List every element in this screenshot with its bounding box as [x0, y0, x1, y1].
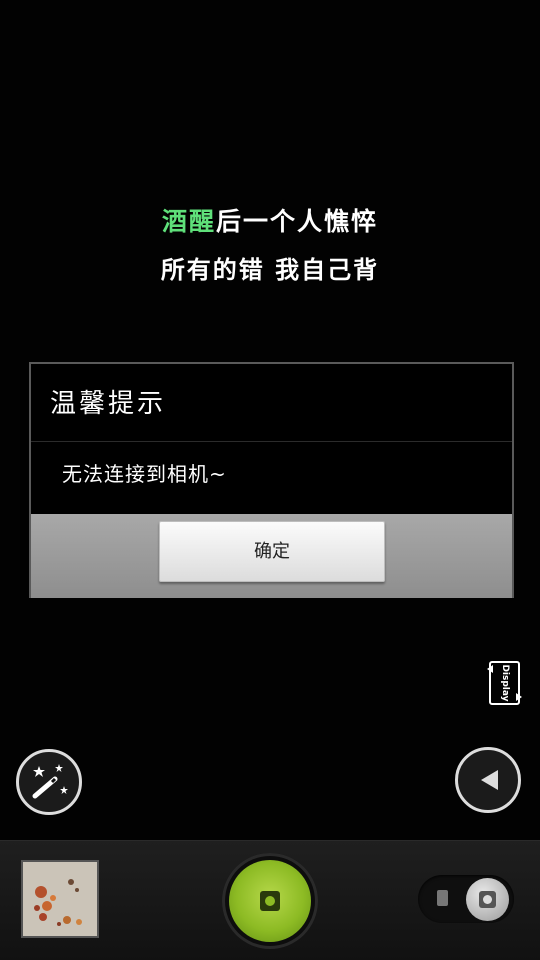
- display-label: Display: [499, 664, 510, 702]
- quote-rest-text: 后一个人憔悴: [216, 207, 379, 236]
- back-button[interactable]: [455, 747, 521, 813]
- quote-accent-text: 酒醒: [161, 207, 216, 236]
- effects-button[interactable]: [16, 749, 82, 815]
- gallery-thumbnail[interactable]: [21, 860, 99, 938]
- shutter-face: [229, 860, 311, 942]
- shutter-button[interactable]: [222, 853, 318, 949]
- camera-control-bar: [0, 840, 540, 960]
- wallpaper-quote-line2: 所有的错 我自己背: [160, 256, 380, 284]
- video-icon: [437, 890, 448, 906]
- wallpaper-quote-line1: 酒醒后一个人憔悴: [0, 202, 540, 238]
- arrow-icon: [516, 693, 522, 701]
- dialog-title: 温馨提示: [31, 364, 512, 442]
- dialog-message: 无法连接到相机~: [62, 462, 227, 486]
- camera-icon: [260, 891, 280, 911]
- ok-button[interactable]: 确定: [159, 521, 385, 582]
- camera-icon: [479, 891, 496, 908]
- magic-wand-icon: [32, 764, 68, 799]
- thumbnail-image: [23, 862, 97, 936]
- display-rotate-button[interactable]: Display: [487, 661, 522, 705]
- camera-mode-switch[interactable]: [418, 875, 514, 923]
- back-arrow-icon: [481, 770, 498, 790]
- camera-screen: 酒醒后一个人憔悴 所有的错 我自己背 温馨提示 无法连接到相机~ 确定 Disp…: [0, 0, 540, 960]
- mode-switch-knob[interactable]: [466, 878, 509, 921]
- arrow-icon: [487, 665, 493, 673]
- dialog-button-bar: 确定: [31, 514, 512, 598]
- alert-dialog: 温馨提示 无法连接到相机~ 确定: [29, 362, 514, 598]
